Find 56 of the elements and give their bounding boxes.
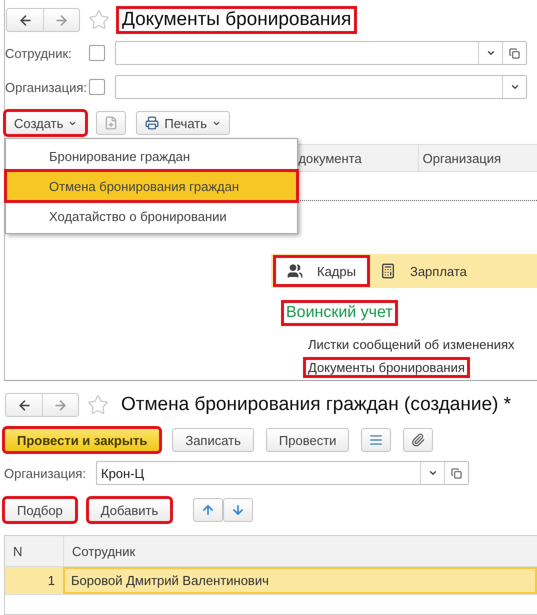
printer-icon xyxy=(145,116,160,130)
column-header[interactable]: Организация xyxy=(418,145,537,171)
filter-checkbox[interactable] xyxy=(89,79,105,95)
forward-arrow-icon xyxy=(53,398,68,412)
filter-label: Организация: xyxy=(5,80,88,94)
filter-label: Сотрудник: xyxy=(5,46,73,60)
favorite-star-icon[interactable] xyxy=(87,394,109,416)
menu-item[interactable]: Бронирование граждан xyxy=(6,141,297,171)
open-window-icon xyxy=(509,48,520,58)
move-up-button[interactable] xyxy=(193,498,224,522)
lines-icon xyxy=(369,433,384,447)
print-button[interactable]: Печать xyxy=(136,111,230,135)
form-button[interactable]: Провести xyxy=(266,428,350,452)
table-cell-text: 1 xyxy=(46,572,56,590)
caret-icon xyxy=(510,82,520,92)
column-header[interactable]: Сотрудник xyxy=(63,536,537,566)
filter-field[interactable] xyxy=(115,41,527,65)
section-tab[interactable]: Кадры xyxy=(275,257,368,285)
menu-item[interactable]: Отмена бронирования граждан xyxy=(6,171,297,201)
up-arrow-icon xyxy=(201,503,216,517)
document-plus-icon xyxy=(104,116,118,130)
table-button[interactable]: Добавить xyxy=(88,498,172,522)
list-button[interactable] xyxy=(361,428,392,452)
create-button[interactable]: Создать xyxy=(5,111,86,135)
organization-field[interactable]: Крон-Ц xyxy=(96,461,469,485)
attach-button[interactable] xyxy=(403,428,434,452)
section-group-title: Воинский учет xyxy=(283,302,396,324)
forward-arrow-icon xyxy=(54,12,69,28)
dropdown-button[interactable] xyxy=(502,76,526,98)
open-button[interactable] xyxy=(502,42,526,64)
paperclip-icon xyxy=(411,433,426,447)
filter-field[interactable] xyxy=(115,75,527,99)
section-link[interactable]: Листки сообщений об изменениях xyxy=(305,336,518,353)
table-cell: Боровой Дмитрий Валентинович xyxy=(63,567,537,594)
open-window-icon xyxy=(451,468,462,478)
move-down-button[interactable] xyxy=(223,498,254,522)
form-button[interactable]: Провести и закрыть xyxy=(4,428,160,452)
caret-icon xyxy=(486,48,496,58)
section-link[interactable]: Документы бронирования xyxy=(305,359,468,376)
menu-item[interactable]: Ходатайство о бронировании xyxy=(6,201,297,231)
down-arrow-icon xyxy=(231,503,246,517)
table-button[interactable]: Подбор xyxy=(4,498,76,522)
table-row[interactable]: 1 Боровой Дмитрий Валентинович xyxy=(5,567,537,595)
favorite-star-icon[interactable] xyxy=(88,9,110,31)
form-title: Отмена бронирования граждан (создание) * xyxy=(120,393,512,417)
column-header[interactable]: N xyxy=(5,536,63,566)
caret-icon xyxy=(428,468,438,478)
form-title: Документы бронирования xyxy=(118,8,356,32)
filter-checkbox[interactable] xyxy=(89,45,105,61)
calculator-icon xyxy=(380,263,396,279)
field-label: Организация: xyxy=(4,466,88,480)
section-tab[interactable]: Зарплата xyxy=(368,257,479,285)
copy-document-button[interactable] xyxy=(96,111,126,135)
open-button[interactable] xyxy=(444,462,468,484)
people-icon xyxy=(287,263,303,279)
form-button[interactable]: Записать xyxy=(172,428,254,452)
